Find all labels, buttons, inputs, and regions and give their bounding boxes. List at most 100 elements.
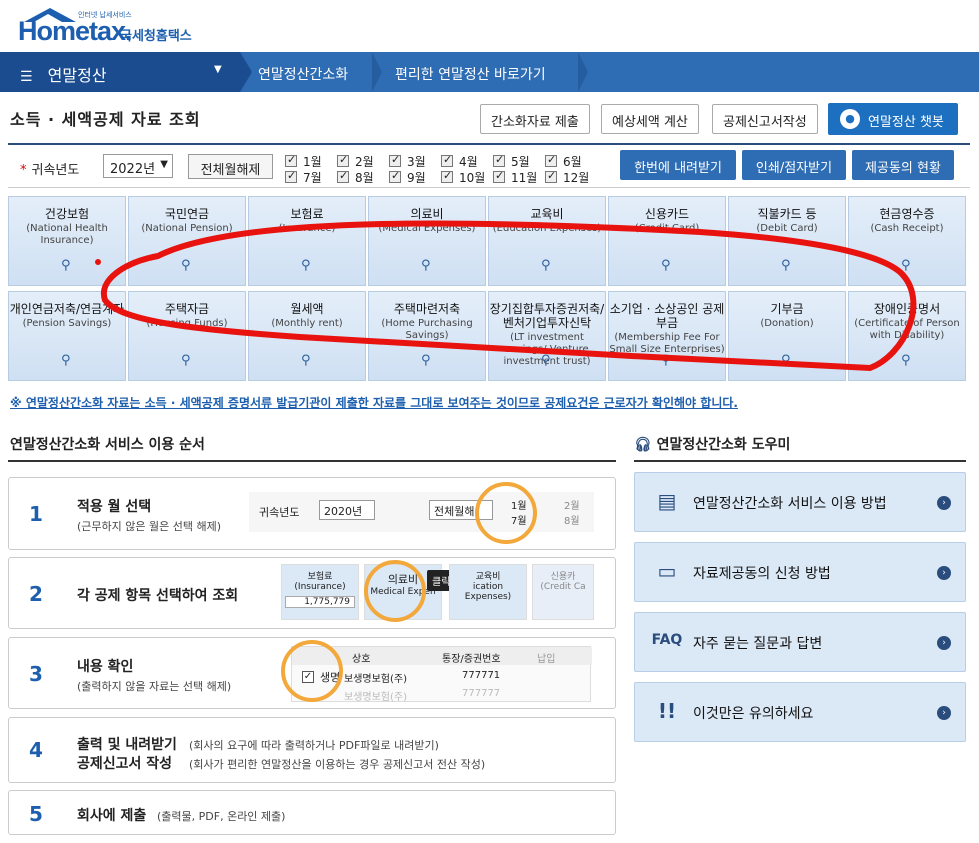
- step-title: 회사에 제출: [77, 808, 147, 824]
- step-desc-2: (회사가 편리한 연말정산을 이용하는 경우 공제신고서 전산 작성): [189, 758, 486, 771]
- deduction-tile[interactable]: 주택마련저축 (Home Purchasing Savings) ⚲: [368, 291, 486, 381]
- tile-label: 국민연금: [164, 207, 210, 221]
- tile-label-en: (Pension Savings): [22, 318, 112, 329]
- month-checkbox-7[interactable]: 7월: [285, 169, 322, 185]
- helper-consent-guide-button[interactable]: ▭ 자료제공동의 신청 방법 ›: [634, 542, 966, 602]
- deduction-tile[interactable]: 장기집합투자증권저축/벤처기업투자신탁 (LT investment saving…: [488, 291, 606, 381]
- tile-label: 현금영수증: [879, 207, 935, 221]
- page-title: 소득 · 세액공제 자료 조회: [10, 110, 201, 129]
- search-icon: ⚲: [781, 258, 791, 273]
- deduction-tile[interactable]: 국민연금 (National Pension) ⚲: [128, 196, 246, 286]
- deduction-tile[interactable]: 신용카드 (Credit Card) ⚲: [608, 196, 726, 286]
- chevron-down-icon: ▼: [160, 159, 168, 170]
- deduction-tile[interactable]: 주택자금 (Housing Funds) ⚲: [128, 291, 246, 381]
- tile-label-en: (Education Expenses): [492, 223, 602, 234]
- search-icon: ⚲: [541, 258, 551, 273]
- month-checkbox-2[interactable]: 2월: [337, 153, 374, 169]
- step-title-2: 공제신고서 작성: [77, 756, 173, 772]
- chatbot-button[interactable]: ● 연말정산 챗봇: [828, 103, 958, 135]
- step-title: 내용 확인: [77, 659, 134, 675]
- logo-text: Hometax.: [18, 16, 133, 46]
- deduction-tile[interactable]: 월세액 (Monthly rent) ⚲: [248, 291, 366, 381]
- search-icon: ⚲: [421, 353, 431, 368]
- notice-link[interactable]: ※ 연말정산간소화 자료는 소득 · 세액공제 증명서류 발급기관이 제출한 자…: [10, 394, 738, 411]
- deduction-tile[interactable]: 교육비 (Education Expenses) ⚲: [488, 196, 606, 286]
- hamburger-icon: ☰: [20, 69, 33, 85]
- year-select[interactable]: 2022년 ▼: [103, 154, 173, 178]
- nav-link-simplified[interactable]: 연말정산간소화: [258, 64, 348, 84]
- deduction-tile[interactable]: 의료비 (Medical Expenses) ⚲: [368, 196, 486, 286]
- month-checkbox-6[interactable]: 6월: [545, 153, 582, 169]
- highlight-ring: [281, 640, 343, 702]
- print-braille-button[interactable]: 인쇄/점자받기: [742, 150, 846, 180]
- step-card-4: 4 출력 및 내려받기 (회사의 요구에 따라 출력하거나 PDF파일로 내려받…: [8, 717, 616, 783]
- nav-link-shortcut[interactable]: 편리한 연말정산 바로가기: [395, 64, 546, 84]
- search-icon: ⚲: [61, 258, 71, 273]
- month-checkbox-1[interactable]: 1월: [285, 153, 322, 169]
- nav-menu-yearend[interactable]: ☰ 연말정산 ▼: [0, 52, 240, 92]
- tile-label: 장애인증명서: [873, 302, 941, 316]
- faq-icon: FAQ: [651, 632, 683, 648]
- month-checkbox-5[interactable]: 5월: [493, 153, 530, 169]
- helper-faq-button[interactable]: FAQ 자주 묻는 질문과 답변 ›: [634, 612, 966, 672]
- month-checkbox-8[interactable]: 8월: [337, 169, 374, 185]
- tile-label: 교육비: [530, 207, 564, 221]
- step-desc: (출력물, PDF, 온라인 제출): [157, 810, 286, 823]
- deduction-tile[interactable]: 현금영수증 (Cash Receipt) ⚲: [848, 196, 966, 286]
- highlight-ring: [475, 482, 537, 544]
- step2-tile-insurance: 보험료 (Insurance) 1,775,779: [281, 564, 359, 620]
- tile-label: 기부금: [770, 302, 804, 316]
- deduction-tile[interactable]: 건강보험 (National Health Insurance) ⚲: [8, 196, 126, 286]
- write-form-button[interactable]: 공제신고서작성: [712, 104, 818, 134]
- step1-illustration: 귀속년도 2020년 전체월해 1월 7월 2월 8월: [249, 492, 594, 532]
- helper-section-title: 🎧︎ 연말정산간소화 도우미: [634, 437, 791, 453]
- deduction-tile[interactable]: 개인연금저축/연금계좌 (Pension Savings) ⚲: [8, 291, 126, 381]
- month-checkbox-9[interactable]: 9월: [389, 169, 426, 185]
- deduction-tile[interactable]: 보험료 (Insurance) ⚲: [248, 196, 366, 286]
- step-number: 3: [29, 662, 43, 686]
- month-checkbox-11[interactable]: 11월: [493, 169, 537, 185]
- month-checkbox-12[interactable]: 12월: [545, 169, 589, 185]
- estimate-tax-button[interactable]: 예상세액 계산: [601, 104, 699, 134]
- year-label: * 귀속년도: [20, 163, 80, 178]
- step-card-5: 5 회사에 제출 (출력물, PDF, 온라인 제출): [8, 790, 616, 835]
- download-all-button[interactable]: 한번에 내려받기: [620, 150, 736, 180]
- clear-all-months-button[interactable]: 전체월해제: [188, 154, 273, 179]
- step-desc: (근무하지 않은 월은 선택 해제): [77, 520, 222, 533]
- helper-caution-button[interactable]: !! 이것만은 유의하세요 ›: [634, 682, 966, 742]
- month-checkbox-10[interactable]: 10월: [441, 169, 485, 185]
- tile-label: 개인연금저축/연금계좌: [9, 302, 125, 316]
- hometax-logo[interactable]: 인터넷 납세서비스 Hometax. 국세청홈택스: [18, 8, 218, 46]
- consent-status-button[interactable]: 제공동의 현황: [852, 150, 954, 180]
- step-card-2: 2 각 공제 항목 선택하여 조회 보험료 (Insurance) 1,775,…: [8, 557, 616, 629]
- chatbot-icon: ●: [840, 109, 860, 129]
- tile-label-en: (Medical Expenses): [378, 223, 476, 234]
- submit-data-button[interactable]: 간소화자료 제출: [480, 104, 590, 134]
- step-desc: (출력하지 않을 자료는 선택 해제): [77, 680, 232, 693]
- search-icon: ⚲: [661, 258, 671, 273]
- tile-label-en: (Monthly rent): [271, 318, 343, 329]
- tile-label: 장기집합투자증권저축/벤처기업투자신탁: [489, 302, 605, 330]
- headset-icon: 🎧︎: [634, 437, 652, 453]
- search-icon: ⚲: [661, 353, 671, 368]
- exclamation-icon: !!: [657, 699, 677, 723]
- month-checkbox-4[interactable]: 4월: [441, 153, 478, 169]
- step2-tile-credit: 신용카 (Credit Ca: [532, 564, 594, 620]
- arrow-right-icon: ›: [937, 636, 951, 650]
- tile-label-en: (Certificate of Person with Disability): [854, 318, 960, 341]
- nav-menu-label: 연말정산: [47, 66, 107, 85]
- step-number: 1: [29, 502, 43, 526]
- deduction-tile[interactable]: 기부금 (Donation) ⚲: [728, 291, 846, 381]
- divider: [634, 460, 966, 462]
- search-icon: ⚲: [301, 258, 311, 273]
- month-checkbox-3[interactable]: 3월: [389, 153, 426, 169]
- deduction-tile[interactable]: 소기업 · 소상공인 공제부금 (Membership Fee For Small…: [608, 291, 726, 381]
- deduction-tile[interactable]: 직불카드 등 (Debit Card) ⚲: [728, 196, 846, 286]
- tile-label-en: (Insurance): [278, 223, 336, 234]
- helper-usage-guide-button[interactable]: ▤ 연말정산간소화 서비스 이용 방법 ›: [634, 472, 966, 532]
- tile-label: 소기업 · 소상공인 공제부금: [609, 302, 725, 330]
- search-icon: ⚲: [181, 353, 191, 368]
- deduction-tile[interactable]: 장애인증명서 (Certificate of Person with Disabi…: [848, 291, 966, 381]
- tile-label: 월세액: [290, 302, 324, 316]
- chatbot-label: 연말정산 챗봇: [868, 115, 944, 130]
